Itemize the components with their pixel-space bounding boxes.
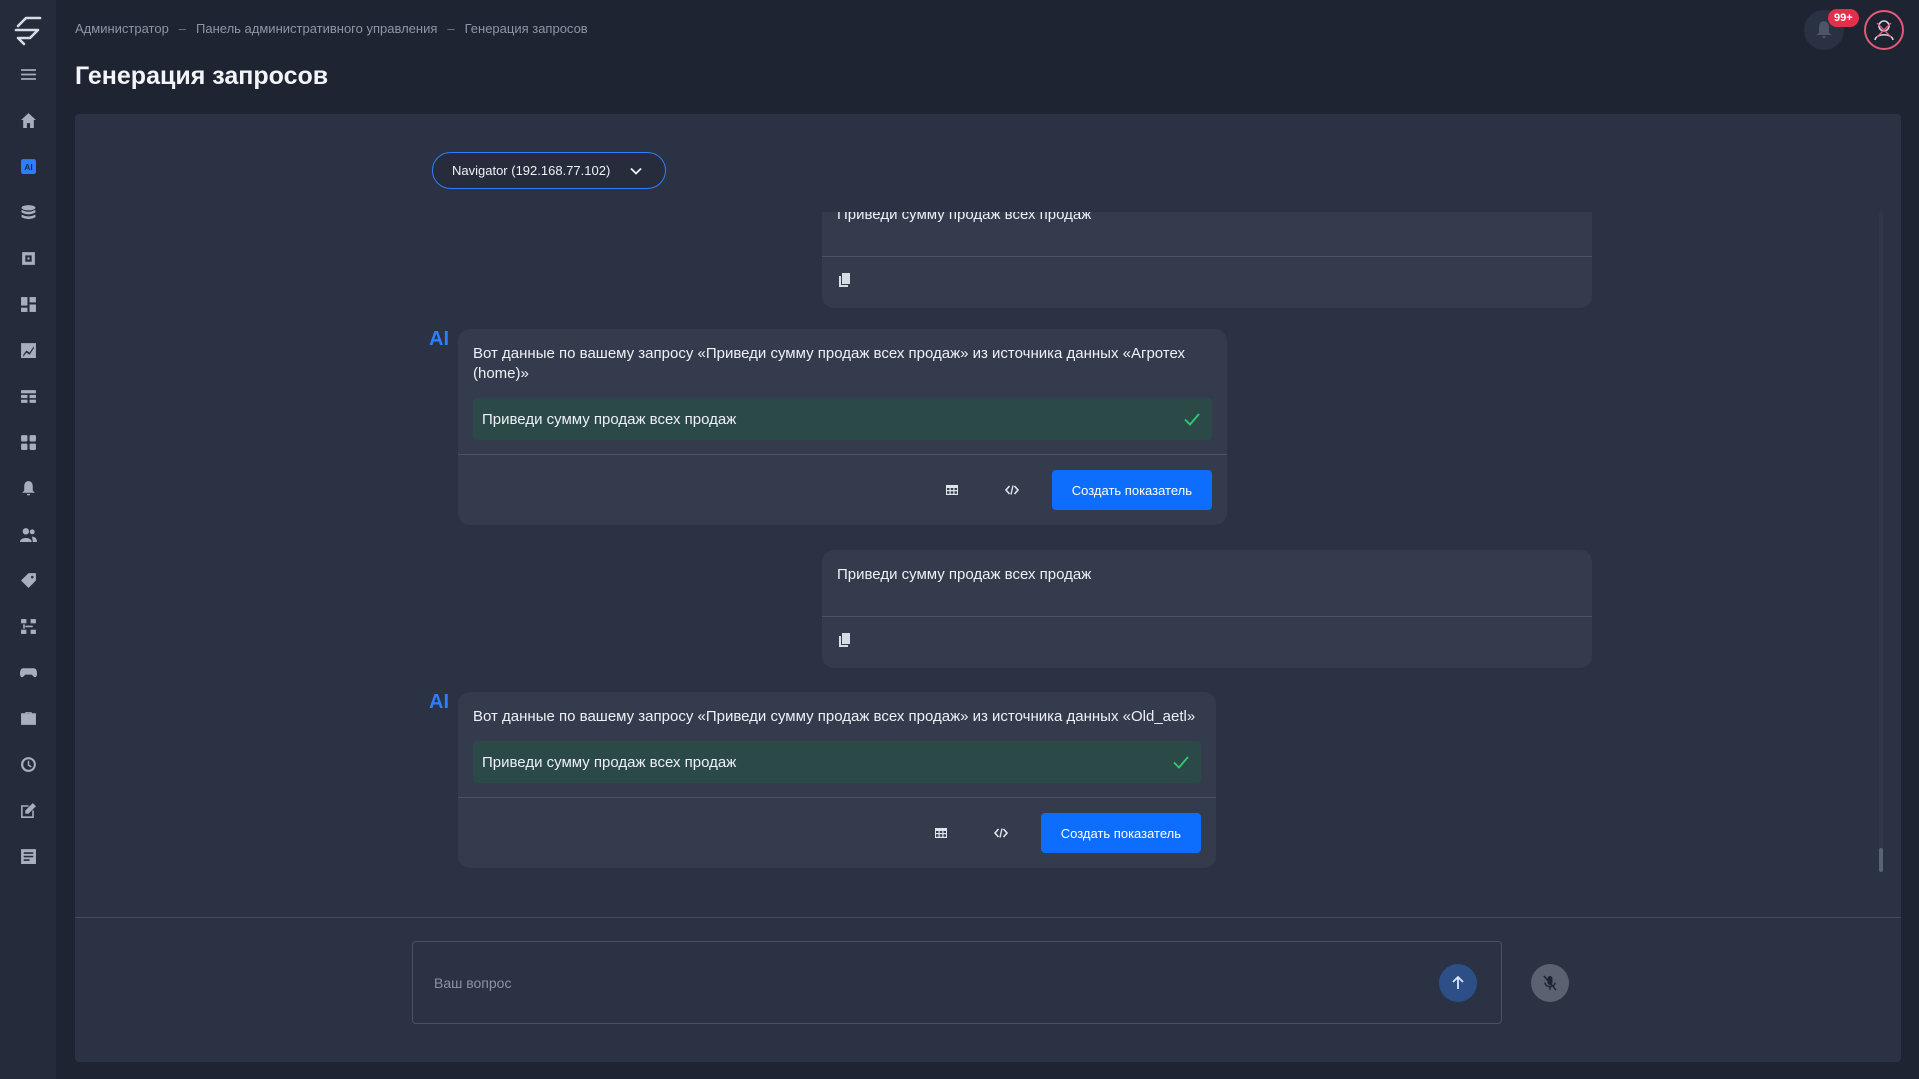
copy-icon (839, 273, 850, 287)
chat-history[interactable]: Приведи сумму продаж всех продаж AI Вот … (75, 212, 1901, 880)
briefcase-icon[interactable] (14, 704, 42, 732)
ai-message: Вот данные по вашему запросу «Приведи су… (458, 329, 1227, 525)
user-message-text: Приведи сумму продаж всех продаж (837, 212, 1092, 223)
chevron-down-icon (630, 167, 642, 175)
data-source-select[interactable]: Navigator (192.168.77.102) (432, 152, 666, 189)
check-icon (1173, 756, 1189, 769)
generated-query-text: Приведи сумму продаж всех продаж (482, 753, 737, 771)
generated-query: Приведи сумму продаж всех продаж (473, 741, 1201, 783)
tag-icon[interactable] (14, 566, 42, 594)
user-message-text: Приведи сумму продаж всех продаж (837, 566, 1092, 583)
copy-button[interactable] (837, 272, 853, 293)
breadcrumb-item-current: Генерация запросов (464, 21, 588, 36)
logo-icon[interactable] (12, 14, 44, 46)
check-icon (1184, 413, 1200, 426)
copy-button[interactable] (837, 632, 853, 653)
page-title: Генерация запросов (75, 62, 329, 90)
ai-message-text: Вот данные по вашему запросу «Приведи су… (473, 708, 1196, 725)
arrow-up-icon (1452, 975, 1464, 989)
ai-icon[interactable]: AI (14, 152, 42, 180)
ai-message: Вот данные по вашему запросу «Приведи су… (458, 692, 1216, 868)
sidebar: AI (0, 0, 56, 1079)
chart-icon[interactable] (14, 336, 42, 364)
mic-off-icon (1543, 975, 1557, 991)
sql-code-button[interactable] (992, 470, 1032, 510)
edit-icon[interactable] (14, 796, 42, 824)
user-message: Приведи сумму продаж всех продаж (822, 550, 1592, 668)
breadcrumb-separator: – (178, 21, 187, 36)
table-icon[interactable] (14, 382, 42, 410)
table-view-button[interactable] (932, 470, 972, 510)
create-indicator-button[interactable]: Создать показатель (1051, 470, 1212, 510)
table-icon (934, 828, 947, 838)
gamepad-icon[interactable] (14, 658, 42, 686)
avatar[interactable] (1864, 10, 1904, 50)
ai-label: AI (429, 328, 449, 350)
copy-icon (839, 633, 850, 647)
scrollbar-thumb[interactable] (1879, 848, 1883, 872)
send-button[interactable] (1439, 964, 1477, 1002)
breadcrumb-item-admin[interactable]: Администратор (75, 21, 169, 36)
generated-query-text: Приведи сумму продаж всех продаж (482, 410, 737, 428)
home-icon[interactable] (14, 106, 42, 134)
history-icon[interactable] (14, 750, 42, 778)
svg-text:AI: AI (24, 162, 33, 172)
user-avatar-icon (1874, 20, 1894, 41)
question-input[interactable] (434, 969, 1414, 997)
users-icon[interactable] (14, 520, 42, 548)
question-composer (412, 941, 1502, 1024)
table-view-button[interactable] (921, 813, 961, 853)
ai-label: AI (429, 691, 449, 713)
menu-icon[interactable] (14, 60, 42, 88)
schema-icon[interactable] (14, 612, 42, 640)
voice-input-button[interactable] (1531, 964, 1569, 1002)
report-icon[interactable] (14, 842, 42, 870)
dashboard-icon[interactable] (14, 290, 42, 318)
generated-query: Приведи сумму продаж всех продаж (473, 398, 1212, 440)
database-icon[interactable] (14, 198, 42, 226)
ai-message-text: Вот данные по вашему запросу «Приведи су… (473, 345, 1186, 382)
notification-badge: 99+ (1828, 9, 1859, 27)
breadcrumb-item-panel[interactable]: Панель административного управления (196, 21, 437, 36)
code-icon (993, 828, 1008, 838)
sql-code-button[interactable] (981, 813, 1021, 853)
module-icon[interactable] (14, 244, 42, 272)
data-source-value: Navigator (192.168.77.102) (452, 163, 611, 178)
breadcrumb: Администратор – Панель административного… (75, 21, 588, 36)
chat-scrollbar[interactable] (1879, 212, 1883, 872)
breadcrumb-separator: – (447, 21, 455, 36)
user-message: Приведи сумму продаж всех продаж (822, 212, 1592, 308)
alerts-icon[interactable] (14, 474, 42, 502)
composer-divider (75, 917, 1901, 918)
widgets-icon[interactable] (14, 428, 42, 456)
create-indicator-button[interactable]: Создать показатель (1040, 813, 1201, 853)
table-icon (945, 485, 958, 495)
code-icon (1004, 485, 1019, 495)
